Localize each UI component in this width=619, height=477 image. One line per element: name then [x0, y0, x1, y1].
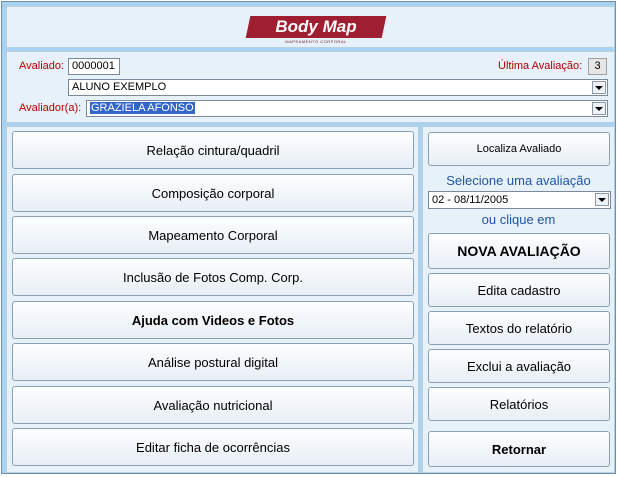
nova-avaliacao-button[interactable]: NOVA AVALIAÇÃO	[428, 233, 610, 269]
ou-clique-em-label: ou clique em	[481, 212, 556, 227]
avaliacao-select-value: 02 - 08/11/2005	[432, 194, 509, 206]
selecione-avaliacao-label: Selecione uma avaliação	[446, 173, 591, 188]
avaliacao-nutricional-button[interactable]: Avaliação nutricional	[12, 386, 414, 424]
dropdown-arrow-icon	[595, 85, 603, 90]
avaliado-label: Avaliado:	[19, 60, 65, 72]
main-window: Body Map MAPEAMENTO CORPORAL Avaliado: 0…	[1, 1, 616, 474]
localiza-avaliado-button[interactable]: Localiza Avaliado	[428, 132, 610, 166]
avaliado-name-text: ALUNO EXEMPLO	[72, 81, 167, 93]
avaliador-name-text: GRAZIELA AFONSO	[90, 102, 195, 114]
relatorios-button[interactable]: Relatórios	[428, 387, 610, 421]
exclui-avaliacao-button[interactable]: Exclui a avaliação	[428, 349, 610, 383]
avaliado-dropdown-button[interactable]	[592, 81, 606, 94]
ajuda-videos-fotos-button[interactable]: Ajuda com Videos e Fotos	[12, 301, 414, 339]
avaliacao-dropdown-button[interactable]	[595, 193, 609, 206]
logo-subtitle: MAPEAMENTO CORPORAL	[285, 39, 347, 44]
ultima-avaliacao-count: 3	[588, 58, 607, 75]
avaliador-dropdown-button[interactable]	[592, 102, 606, 115]
textos-relatorio-button[interactable]: Textos do relatório	[428, 311, 610, 345]
composicao-corporal-button[interactable]: Composição corporal	[12, 174, 414, 212]
modules-panel: Relação cintura/quadril Composição corpo…	[6, 126, 419, 473]
body-map-logo: Body Map MAPEAMENTO CORPORAL	[245, 16, 387, 44]
header-panel: Body Map MAPEAMENTO CORPORAL	[6, 6, 615, 48]
relacao-cintura-quadril-button[interactable]: Relação cintura/quadril	[12, 131, 414, 169]
logo-title: Body Map	[275, 17, 357, 36]
dropdown-arrow-icon	[598, 197, 606, 202]
avaliacao-select[interactable]: 02 - 08/11/2005	[428, 191, 611, 209]
editar-ficha-ocorrencias-button[interactable]: Editar ficha de ocorrências	[12, 428, 414, 466]
avaliado-id-field[interactable]: 0000001	[68, 58, 120, 75]
edita-cadastro-button[interactable]: Edita cadastro	[428, 273, 610, 307]
avaliador-label: Avaliador(a):	[19, 102, 82, 114]
mapeamento-corporal-button[interactable]: Mapeamento Corporal	[12, 216, 414, 254]
inclusao-fotos-button[interactable]: Inclusão de Fotos Comp. Corp.	[12, 258, 414, 296]
evaluee-panel: Avaliado: 0000001 Última Avaliação: 3 AL…	[6, 51, 615, 123]
actions-panel: Localiza Avaliado Selecione uma avaliaçã…	[422, 126, 615, 473]
ultima-avaliacao-label: Última Avaliação:	[498, 60, 583, 72]
analise-postural-button[interactable]: Análise postural digital	[12, 343, 414, 381]
avaliador-select[interactable]: GRAZIELA AFONSO	[86, 100, 608, 117]
dropdown-arrow-icon	[595, 106, 603, 111]
retornar-button[interactable]: Retornar	[428, 431, 610, 467]
avaliado-name-select[interactable]: ALUNO EXEMPLO	[68, 79, 608, 96]
